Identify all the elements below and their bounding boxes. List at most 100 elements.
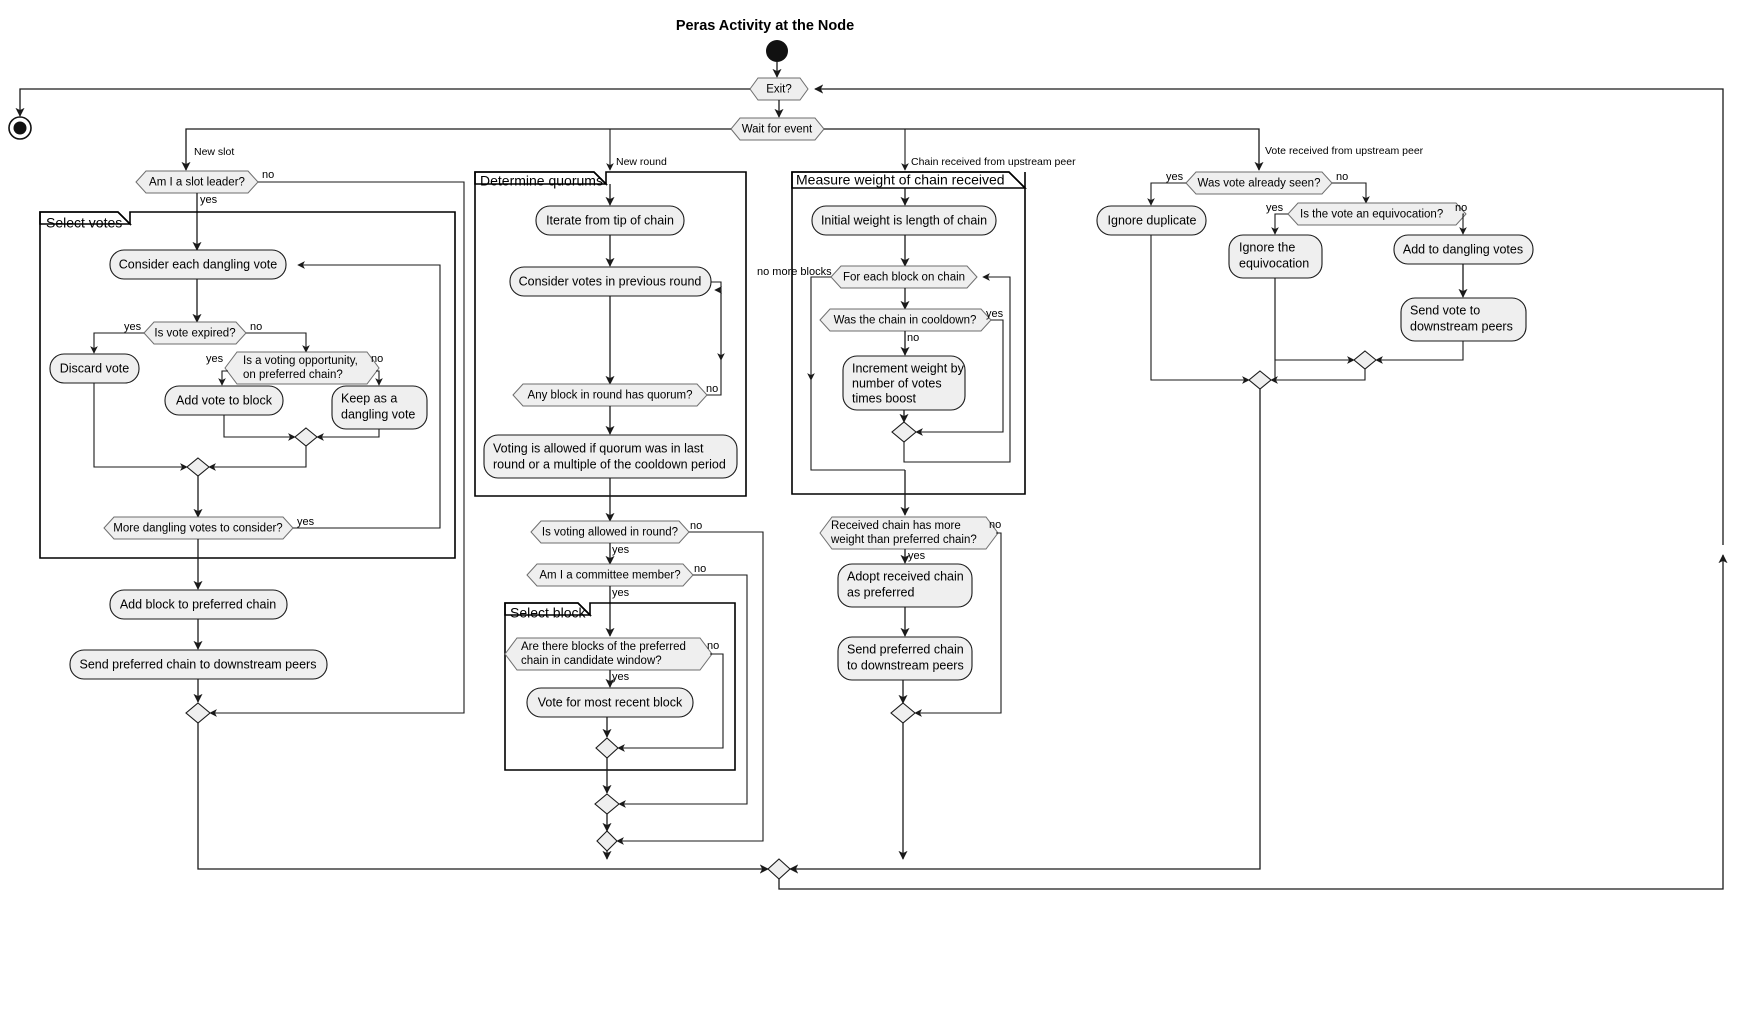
action-send-preferred-chain-peers-line2: to downstream peers xyxy=(847,658,964,672)
action-adopt-received-chain-line1: Adopt received chain xyxy=(847,569,964,583)
guard-any-block-quorum-no: no xyxy=(706,383,718,395)
partition-measure-weight-label: Measure weight of chain received xyxy=(796,172,1005,188)
decision-are-there-blocks-line2: chain in candidate window? xyxy=(521,655,662,667)
action-increment-weight-line3: times boost xyxy=(852,391,916,405)
guard-no-more-blocks: no more blocks xyxy=(757,266,832,278)
edge-received-chain-no xyxy=(914,532,1002,717)
decision-was-vote-already-seen-label: Was vote already seen? xyxy=(1198,178,1321,190)
action-voting-allowed-rule-line1: Voting is allowed if quorum was in last xyxy=(493,441,704,455)
partition-select-block xyxy=(504,602,736,771)
guard-committee-member-no: no xyxy=(694,563,706,575)
guard-slot-leader-yes: yes xyxy=(200,194,218,206)
action-ignore-duplicate-label: Ignore duplicate xyxy=(1108,213,1197,227)
partition-determine-quorums-label: Determine quorums xyxy=(480,173,603,189)
edge-vote-seen-yes xyxy=(1147,182,1186,206)
event-label-new-round: New round xyxy=(616,156,667,168)
guard-are-there-blocks-no: no xyxy=(707,640,719,652)
decision-is-voting-allowed-in-round-label: Is voting allowed in round? xyxy=(542,527,678,539)
action-voting-allowed-rule-line2: round or a multiple of the cooldown peri… xyxy=(493,457,726,471)
merge-node-g xyxy=(1353,350,1377,370)
decision-more-dangling-votes-label: More dangling votes to consider? xyxy=(113,523,282,535)
edge-ignore-equivocation-down xyxy=(1248,278,1276,381)
action-discard-vote-label: Discard vote xyxy=(60,361,130,375)
edge-slot-merge-to-bottom-bus xyxy=(197,723,769,874)
partition-select-votes-label: Select votes xyxy=(46,215,122,231)
guard-voting-opportunity-no: no xyxy=(371,353,383,365)
action-iterate-from-tip-label: Iterate from tip of chain xyxy=(546,213,674,227)
guard-are-there-blocks-yes: yes xyxy=(612,671,630,683)
guard-vote-expired-yes: yes xyxy=(124,321,142,333)
edge-keep-dangling-to-merge-a xyxy=(316,429,380,441)
guard-committee-member-yes: yes xyxy=(612,587,630,599)
action-send-vote-downstream-line2: downstream peers xyxy=(1410,319,1513,333)
edge-vote-seen-no xyxy=(1332,182,1370,204)
event-label-chain-received: Chain received from upstream peer xyxy=(911,156,1076,168)
decision-exit-label: Exit? xyxy=(766,84,792,96)
action-add-to-dangling-votes-label: Add to dangling votes xyxy=(1403,242,1523,256)
edge-voting-opportunity-yes xyxy=(218,370,228,386)
action-adopt-received-chain-line2: as preferred xyxy=(847,585,914,599)
action-keep-as-dangling-vote-line1: Keep as a xyxy=(341,391,397,405)
guard-voting-opportunity-yes: yes xyxy=(206,353,224,365)
merge-node-d xyxy=(596,830,618,852)
edge-voting-opportunity-no xyxy=(375,370,383,386)
action-increment-weight-line2: number of votes xyxy=(852,376,942,390)
merge-node-e xyxy=(891,421,917,443)
action-send-preferred-chain-downstream-label: Send preferred chain to downstream peers xyxy=(80,657,317,671)
decision-received-chain-more-weight-line1: Received chain has more xyxy=(831,520,961,532)
merge-node-c xyxy=(594,793,620,815)
edge-equivocation-yes xyxy=(1271,213,1288,235)
decision-is-vote-equivocation-label: Is the vote an equivocation? xyxy=(1300,209,1443,221)
guard-cooldown-yes: yes xyxy=(986,308,1004,320)
decision-received-chain-more-weight-line2: weight than preferred chain? xyxy=(830,534,977,546)
merge-node-select-block-inner xyxy=(595,737,619,759)
event-label-vote-received: Vote received from upstream peer xyxy=(1265,145,1424,157)
decision-is-voting-opportunity-line2: on preferred chain? xyxy=(243,369,343,381)
guard-slot-leader-no: no xyxy=(262,169,274,181)
decision-am-i-slot-leader-label: Am I a slot leader? xyxy=(149,177,245,189)
merge-node-slot-branch xyxy=(185,702,211,724)
decision-is-vote-expired-label: Is vote expired? xyxy=(154,328,235,340)
guard-voting-allowed-yes: yes xyxy=(612,544,630,556)
decision-is-voting-opportunity-line1: Is a voting opportunity, xyxy=(243,355,358,367)
diagram-title: Peras Activity at the Node xyxy=(676,18,854,34)
action-add-vote-to-block-label: Add vote to block xyxy=(176,393,273,407)
guard-vote-seen-yes: yes xyxy=(1166,171,1184,183)
action-consider-each-dangling-vote-label: Consider each dangling vote xyxy=(119,257,277,271)
guard-received-chain-yes: yes xyxy=(908,550,926,562)
merge-node-bottom-bus xyxy=(767,858,791,880)
edge-ignore-equivocation-to-merge-g xyxy=(1274,278,1355,364)
action-add-block-to-preferred-chain-label: Add block to preferred chain xyxy=(120,597,276,611)
decision-am-i-committee-member-label: Am I a committee member? xyxy=(539,570,680,582)
merge-node-h xyxy=(1248,370,1272,390)
edge-vote-expired-yes xyxy=(90,332,144,354)
edge-quorum-loop-down xyxy=(711,281,725,361)
action-initial-weight-label: Initial weight is length of chain xyxy=(821,213,987,227)
uml-activity-svg: Peras Activity at the Node Exit? Wait fo… xyxy=(8,18,1728,890)
action-consider-votes-previous-round-label: Consider votes in previous round xyxy=(519,274,702,288)
activity-diagram-canvas: Peras Activity at the Node Exit? Wait fo… xyxy=(0,0,1740,1012)
edge-merge-a-to-merge-b xyxy=(208,446,307,471)
action-ignore-equivocation-line1: Ignore the xyxy=(1239,240,1295,254)
edge-add-vote-to-merge-a xyxy=(223,415,296,441)
final-node-inner xyxy=(13,121,27,135)
edge-send-vote-to-merge-g xyxy=(1375,341,1464,364)
merge-node-b xyxy=(186,457,210,477)
action-send-vote-downstream-line1: Send vote to xyxy=(1410,303,1480,317)
event-label-new-slot: New slot xyxy=(194,146,234,158)
action-keep-as-dangling-vote-line2: dangling vote xyxy=(341,407,415,421)
action-send-preferred-chain-peers-line1: Send preferred chain xyxy=(847,642,964,656)
decision-for-each-block-on-chain-label: For each block on chain xyxy=(843,272,965,284)
guard-received-chain-no: no xyxy=(989,519,1001,531)
initial-node xyxy=(766,40,788,62)
edge-vote-expired-no xyxy=(246,332,310,353)
guard-more-dangling-yes: yes xyxy=(297,516,315,528)
guard-voting-allowed-no: no xyxy=(690,520,702,532)
guard-vote-expired-no: no xyxy=(250,321,262,333)
merge-node-a xyxy=(294,427,318,447)
edge-merge-g-to-merge-h xyxy=(1270,369,1366,384)
decision-any-block-has-quorum-label: Any block in round has quorum? xyxy=(528,390,693,402)
action-increment-weight-line1: Increment weight by xyxy=(852,361,965,375)
guard-vote-seen-no: no xyxy=(1336,171,1348,183)
action-vote-for-most-recent-block-label: Vote for most recent block xyxy=(538,695,683,709)
